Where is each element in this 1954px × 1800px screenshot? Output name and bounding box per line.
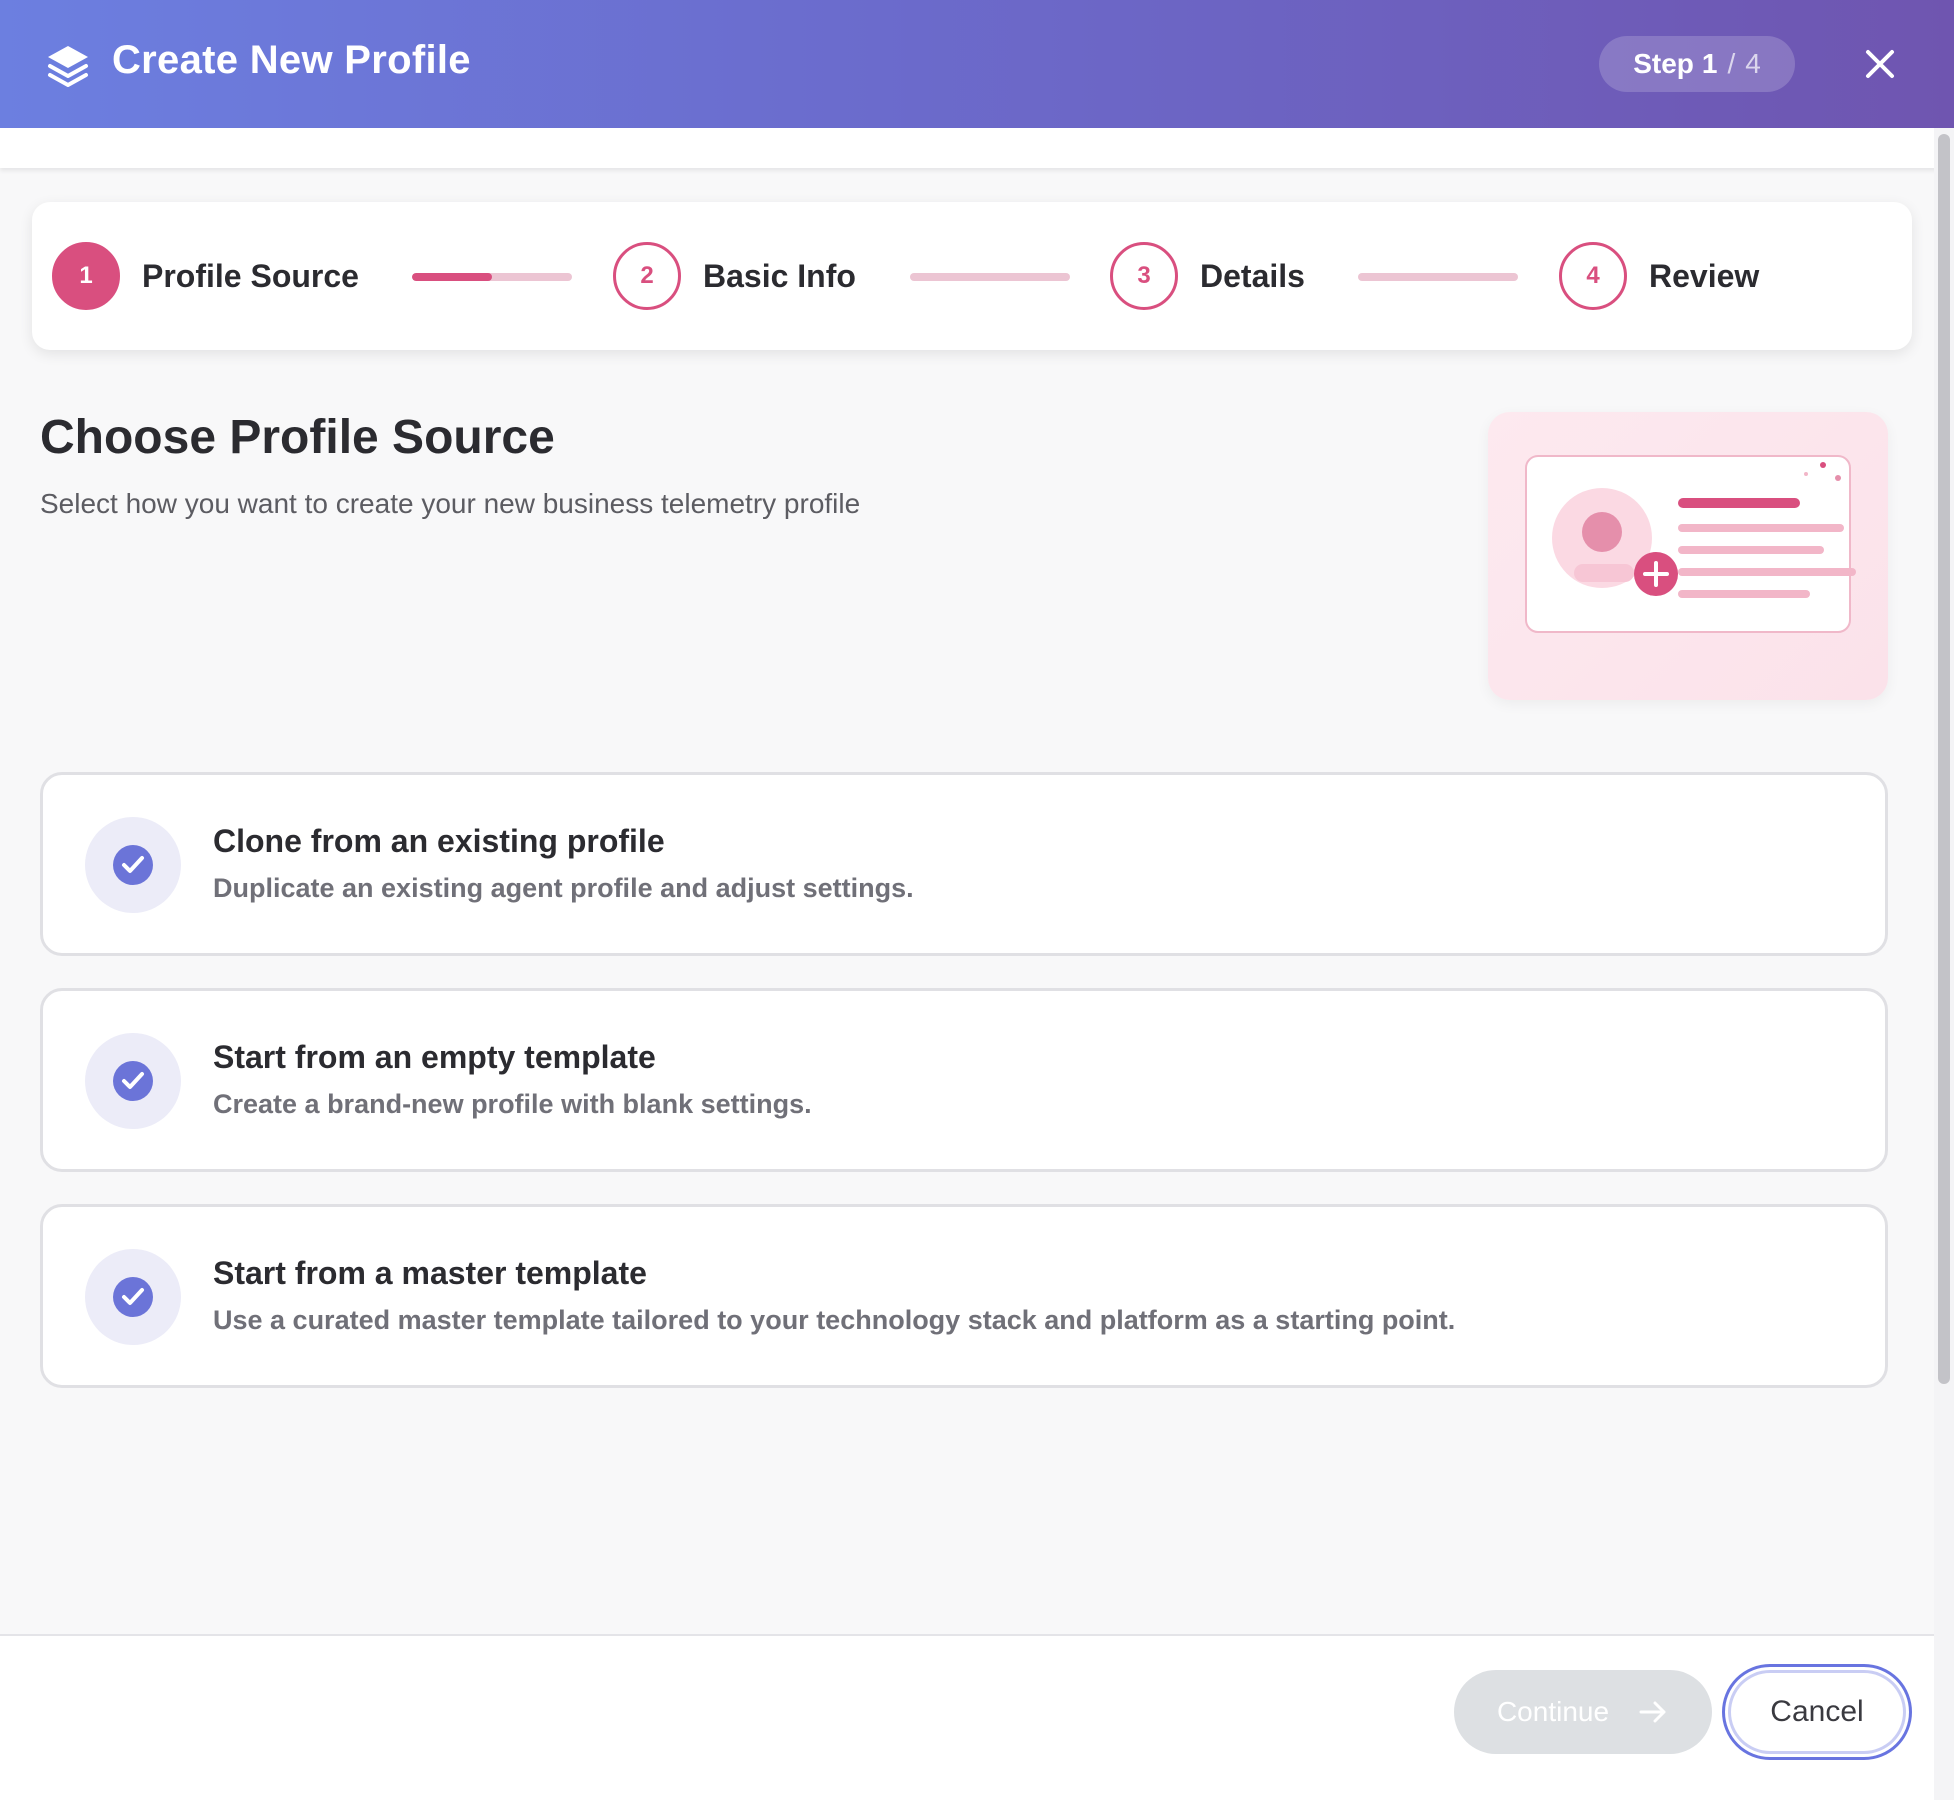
create-profile-modal: Create New Profile Step 1 / 4 1 Profile …	[0, 0, 1954, 1800]
step-indicator-current: 1	[1701, 48, 1718, 79]
check-circle-icon	[85, 1033, 181, 1129]
close-icon[interactable]	[1860, 44, 1900, 84]
option-title: Start from a master template	[213, 1255, 647, 1291]
option-title: Clone from an existing profile	[213, 823, 665, 859]
step-indicator-total: 4	[1745, 48, 1761, 79]
profile-card-illustration	[1488, 412, 1888, 700]
check-circle-icon	[85, 817, 181, 913]
step-indicator-separator: /	[1727, 48, 1736, 79]
option-description: Create a brand-new profile with blank se…	[213, 1089, 812, 1119]
step-connector-3	[1358, 273, 1518, 281]
page-subtitle: Select how you want to create your new b…	[40, 488, 861, 519]
option-title: Start from an empty template	[213, 1039, 656, 1075]
step-connector-fill	[412, 273, 492, 281]
option-empty-template[interactable]: Start from an empty template Create a br…	[40, 988, 1888, 1172]
layers-icon	[48, 46, 88, 87]
progress-stepper: 1 Profile Source 2 Basic Info 3 Details …	[32, 202, 1912, 350]
option-description: Use a curated master template tailored t…	[213, 1305, 1456, 1335]
continue-button-label: Continue	[1496, 1696, 1610, 1727]
step-indicator-badge: Step 1 / 4	[1599, 36, 1795, 92]
continue-button[interactable]: Continue	[1454, 1670, 1712, 1754]
step-label: Profile Source	[142, 257, 359, 294]
option-clone-existing-profile[interactable]: Clone from an existing profile Duplicate…	[40, 772, 1888, 956]
step-connector-1	[412, 273, 572, 281]
modal-header: Create New Profile Step 1 / 4	[0, 0, 1954, 128]
stepper-step-profile-source[interactable]: 1 Profile Source	[52, 242, 359, 310]
step-connector-2	[910, 273, 1070, 281]
header-divider-bar	[0, 128, 1940, 168]
step-label: Details	[1200, 257, 1305, 294]
step-number-circle: 2	[613, 242, 681, 310]
stepper-step-review[interactable]: 4 Review	[1559, 242, 1759, 310]
step-number-circle: 1	[52, 242, 120, 310]
check-circle-icon	[85, 1249, 181, 1345]
step-number-circle: 3	[1110, 242, 1178, 310]
option-description: Duplicate an existing agent profile and …	[213, 873, 914, 903]
modal-title: Create New Profile	[112, 38, 471, 82]
stepper-step-details[interactable]: 3 Details	[1110, 242, 1305, 310]
cancel-button[interactable]: Cancel	[1722, 1664, 1912, 1760]
arrow-right-icon	[1639, 1701, 1666, 1723]
step-label: Review	[1649, 257, 1760, 294]
option-master-template[interactable]: Start from a master template Use a curat…	[40, 1204, 1888, 1388]
profile-card-icon	[1525, 455, 1856, 633]
page-title: Choose Profile Source	[40, 411, 555, 464]
stepper-step-basic-info[interactable]: 2 Basic Info	[613, 242, 856, 310]
scrollbar-thumb[interactable]	[1938, 134, 1950, 1384]
step-number-circle: 4	[1559, 242, 1627, 310]
step-indicator-label: Step	[1633, 48, 1694, 79]
step-label: Basic Info	[703, 257, 856, 294]
